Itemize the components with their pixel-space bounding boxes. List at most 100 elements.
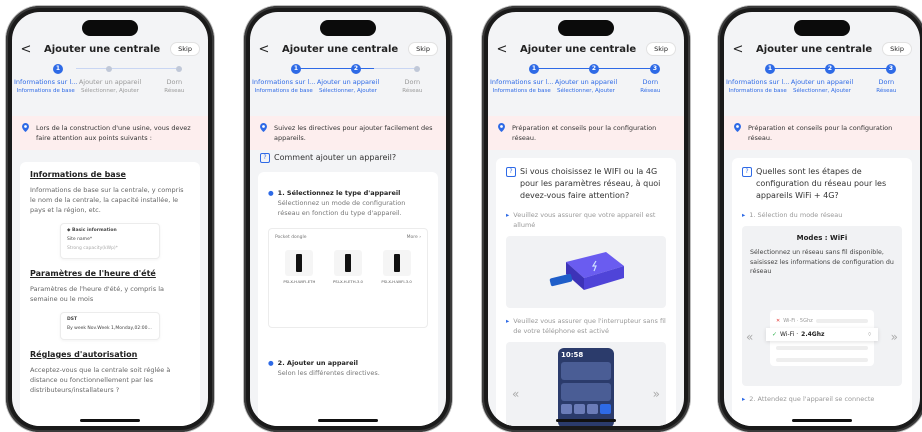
section-desc: Informations de base sur la centrale, y … [30, 186, 184, 214]
step-2[interactable]: Ajouter un appareil Sélectionner, Ajouter [554, 78, 617, 94]
home-indicator [556, 419, 616, 422]
question-heading: ? Quelles sont les étapes de configurati… [742, 166, 902, 202]
mode-panel: Modes : WiFi Sélectionnez un réseau sans… [742, 226, 902, 386]
step-1-icon: 1 [765, 64, 775, 74]
skip-button[interactable]: Skip [170, 42, 200, 56]
device-option: PSI-X-H-ETH-3.0 [332, 250, 364, 284]
wifi-list-preview: ✕ Wi-Fi · 5Ghz ✓ Wi-Fi · 2.4Ghz ⌔ [766, 310, 878, 366]
guide-step: ● 1. Sélectionnez le type d'appareil Séle… [268, 189, 406, 217]
tip-banner: Préparation et conseils pour la configur… [488, 116, 684, 150]
top-bar: < Ajouter une centrale Skip [12, 38, 208, 60]
question-icon: ? [260, 153, 270, 163]
step-1[interactable]: Informations sur l... Informations de bas… [14, 78, 77, 94]
step-3-icon [414, 66, 420, 72]
pin-icon [260, 123, 267, 132]
skip-button[interactable]: Skip [882, 42, 912, 56]
step-3-icon: 3 [886, 64, 896, 74]
step-1-icon: 1 [291, 64, 301, 74]
step-3-icon [176, 66, 182, 72]
step-1[interactable]: Informations sur l... Informations de bas… [726, 78, 789, 94]
guide-note: ▸ 2. Attendez que l'appareil se connecte [742, 395, 875, 403]
home-indicator [792, 419, 852, 422]
stage: < Ajouter une centrale Skip 1 Informatio… [0, 0, 922, 432]
step-2-icon: 2 [825, 64, 835, 74]
dongle-icon [549, 252, 624, 290]
tip-banner: Lors de la construction d'une usine, vou… [12, 116, 208, 150]
stepper: 1 2 Informations sur l... Informations de… [250, 64, 446, 108]
step-3[interactable]: Dorn Réseau [143, 78, 206, 94]
chevron-right-icon[interactable]: » [653, 387, 660, 401]
phone-screen: < Ajouter une centrale Skip 1 2 Informat… [250, 12, 446, 426]
back-icon[interactable]: < [250, 42, 272, 57]
step-2-icon: 2 [351, 64, 361, 74]
mode-title: Modes : WiFi [796, 234, 848, 242]
phone-frame: < Ajouter une centrale Skip 1 2 Informat… [244, 6, 452, 432]
page-title: Ajouter une centrale [282, 43, 399, 55]
page-title: Ajouter une centrale [520, 43, 637, 55]
guide-note: ▸ Veuillez vous assurer que l'interrupteu… [506, 317, 666, 335]
back-icon[interactable]: < [724, 42, 746, 57]
content-card: ? Quelles sont les étapes de configurati… [732, 158, 912, 426]
phone-screen: < Ajouter une centrale Skip 1 Informatio… [12, 12, 208, 426]
check-icon: ✓ [772, 331, 778, 338]
content-card: Informations de base Informations de bas… [20, 162, 200, 426]
phone-screen: < Ajouter une centrale Skip 1 2 3 Inform… [724, 12, 920, 426]
section-desc: Acceptez-vous que la centrale soit réglé… [30, 366, 171, 394]
step-3-icon: 3 [650, 64, 660, 74]
question-heading: ? Si vous choisissez le WIFI ou la 4G po… [506, 166, 666, 202]
step-2-icon: 2 [589, 64, 599, 74]
device-picker-preview: Pocket dongle More › PSI-X-H-WIFI-ETH PSI… [268, 228, 428, 328]
step-2-icon [106, 66, 112, 72]
question-heading: ? Comment ajouter un appareil? [260, 152, 436, 164]
pin-icon [734, 123, 741, 132]
page-title: Ajouter une centrale [44, 43, 161, 55]
device-option: PSI-X-H-WIFI-3.0 [381, 250, 413, 284]
step-3[interactable]: Dorn Réseau [619, 78, 682, 94]
stepper: 1 2 3 Informations sur l... Informations … [488, 64, 684, 108]
wifi-option-5ghz: ✕ Wi-Fi · 5Ghz [776, 316, 868, 326]
section-title: Informations de base [30, 170, 126, 179]
stepper: 1 2 3 Informations sur l... Informations … [724, 64, 920, 108]
dynamic-island [794, 20, 850, 36]
wifi-option-24ghz: ✓ Wi-Fi · 2.4Ghz ⌔ [766, 328, 878, 341]
step-1-icon: 1 [53, 64, 63, 74]
sample-card: ◆ Basic information Site name* Strong ca… [60, 223, 160, 259]
sample-card: DST By week Nov.Week 1,Monday,02:00... [60, 312, 160, 340]
phone-frame: < Ajouter une centrale Skip 1 2 3 Inform… [482, 6, 690, 432]
chevron-left-icon[interactable]: « [746, 330, 753, 344]
phone-screen: < Ajouter une centrale Skip 1 2 3 Inform… [488, 12, 684, 426]
page-title: Ajouter une centrale [756, 43, 873, 55]
dynamic-island [82, 20, 138, 36]
step-2[interactable]: Ajouter un appareil Sélectionner, Ajouter [790, 78, 853, 94]
dynamic-island [320, 20, 376, 36]
question-icon: ? [742, 167, 752, 177]
device-option: PSI-X-H-WIFI-ETH [283, 250, 315, 284]
phone-frame: < Ajouter une centrale Skip 1 Informatio… [6, 6, 214, 432]
step-2[interactable]: Ajouter un appareil Sélectionner, Ajouter [316, 78, 379, 94]
step-1[interactable]: Informations sur l... Informations de bas… [490, 78, 553, 94]
home-indicator [80, 419, 140, 422]
dynamic-island [558, 20, 614, 36]
guide-note: ▸ Veuillez vous assurer que votre apparei… [506, 211, 656, 229]
content-card: ? Si vous choisissez le WIFI ou la 4G po… [496, 158, 676, 426]
tip-banner: Préparation et conseils pour la configur… [724, 116, 920, 150]
back-icon[interactable]: < [488, 42, 510, 57]
step-3[interactable]: Dorn Réseau [381, 78, 444, 94]
phone-settings-image: « » 10:58 [506, 342, 666, 426]
guide-step: ● 2. Ajouter un appareil Selon les différ… [268, 359, 380, 377]
content-card: ● 1. Sélectionnez le type d'appareil Séle… [258, 172, 438, 426]
chevron-right-icon[interactable]: » [891, 330, 898, 344]
step-1[interactable]: Informations sur l... Informations de bas… [252, 78, 315, 94]
back-icon[interactable]: < [12, 42, 34, 57]
wifi-signal-icon: ⌔ [867, 331, 872, 338]
step-3[interactable]: Dorn Réseau [855, 78, 918, 94]
skip-button[interactable]: Skip [408, 42, 438, 56]
section-desc: Paramètres de l'heure d'été, y compris l… [30, 285, 164, 303]
chevron-left-icon[interactable]: « [512, 387, 519, 401]
guide-note: ▸ 1. Sélection du mode réseau [742, 211, 843, 219]
skip-button[interactable]: Skip [646, 42, 676, 56]
pin-icon [22, 123, 29, 132]
step-2[interactable]: Ajouter un appareil Sélectionner, Ajouter [78, 78, 141, 94]
step-1-icon: 1 [529, 64, 539, 74]
device-image [506, 236, 666, 308]
